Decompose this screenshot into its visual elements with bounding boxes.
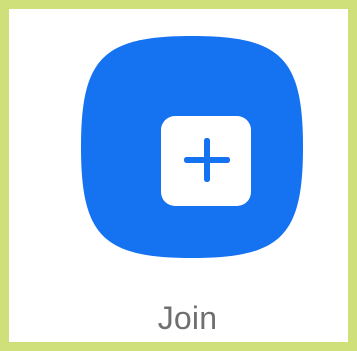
- join-button[interactable]: [81, 36, 303, 258]
- join-tile-graphic: [81, 36, 303, 258]
- join-label: Join: [157, 300, 218, 336]
- join-tile-frame: Join: [0, 0, 357, 351]
